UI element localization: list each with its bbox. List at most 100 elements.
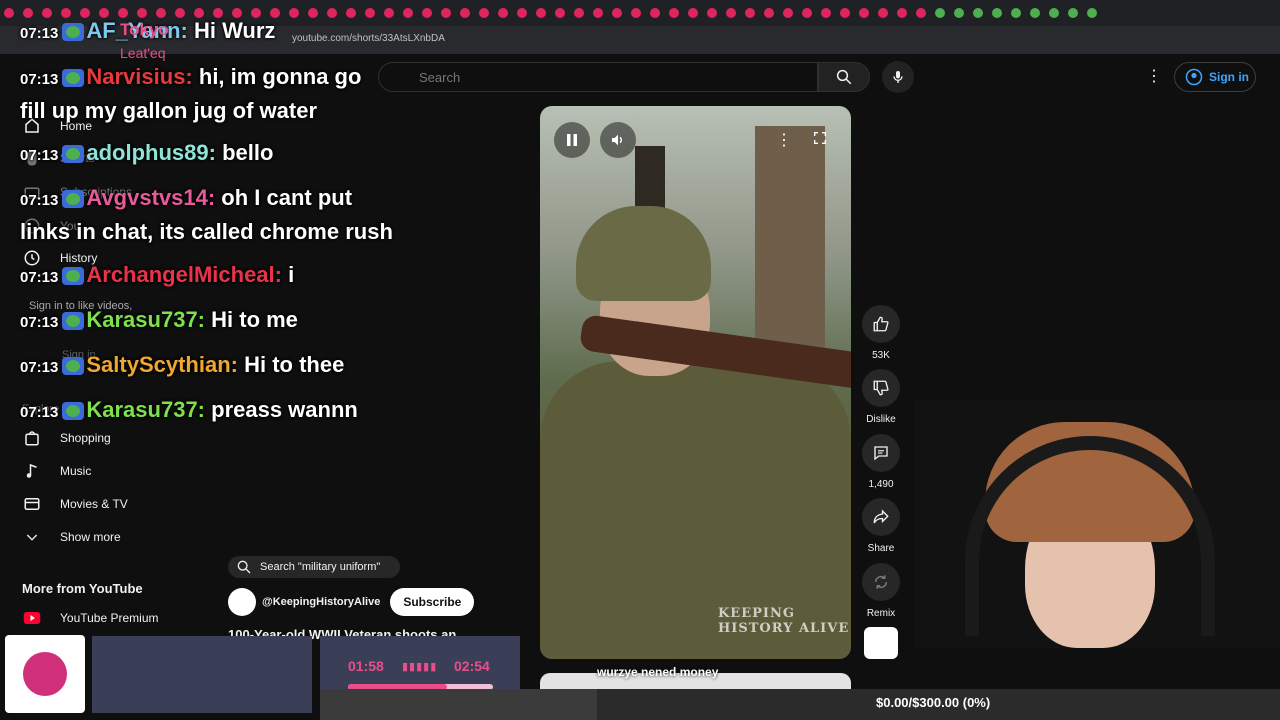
chat-username[interactable]: Avgvstvs14: bbox=[86, 185, 221, 210]
chat-username[interactable]: Narvisius: bbox=[86, 64, 199, 89]
browser-tab-icon[interactable] bbox=[631, 8, 641, 18]
browser-tab-icon[interactable] bbox=[441, 8, 451, 18]
channel-name[interactable]: @KeepingHistoryAlive bbox=[262, 596, 380, 608]
browser-tab-icon[interactable] bbox=[783, 8, 793, 18]
chat-username[interactable]: adolphus89: bbox=[86, 140, 222, 165]
chat-username[interactable]: ArchangelMicheal: bbox=[86, 262, 288, 287]
browser-tab-icon[interactable] bbox=[4, 8, 14, 18]
browser-tab-icon[interactable] bbox=[1011, 8, 1021, 18]
browser-tab-icon[interactable] bbox=[821, 8, 831, 18]
browser-tab-icon[interactable] bbox=[270, 8, 280, 18]
browser-tab-icon[interactable] bbox=[555, 8, 565, 18]
sidebar-item-premium[interactable]: YouTube Premium bbox=[22, 608, 159, 628]
voice-search-button[interactable] bbox=[882, 61, 914, 93]
browser-tab-icon[interactable] bbox=[878, 8, 888, 18]
browser-tab-icon[interactable] bbox=[764, 8, 774, 18]
settings-menu-icon[interactable]: ⋮ bbox=[1146, 66, 1162, 86]
browser-tab-icon[interactable] bbox=[840, 8, 850, 18]
url-text[interactable]: youtube.com/shorts/33AtsLXnbDA bbox=[292, 33, 445, 44]
browser-tab-icon[interactable] bbox=[422, 8, 432, 18]
sidebar-item-movies[interactable]: Movies & TV bbox=[22, 494, 128, 514]
volume-button[interactable] bbox=[600, 122, 636, 158]
browser-tab-icon[interactable] bbox=[308, 8, 318, 18]
browser-tab-icon[interactable] bbox=[726, 8, 736, 18]
browser-tab-icon[interactable] bbox=[745, 8, 755, 18]
channel-avatar[interactable] bbox=[228, 588, 256, 616]
browser-tab-icon[interactable] bbox=[536, 8, 546, 18]
browser-tab-icon[interactable] bbox=[194, 8, 204, 18]
browser-tab-icon[interactable] bbox=[365, 8, 375, 18]
browser-tab-icon[interactable] bbox=[327, 8, 337, 18]
sidebar-item-shopping[interactable]: Shopping bbox=[22, 428, 111, 448]
more-options-icon[interactable]: ⋮ bbox=[776, 130, 792, 150]
search-button[interactable] bbox=[818, 62, 870, 92]
browser-tab-icon[interactable] bbox=[1030, 8, 1040, 18]
shorts-video-player[interactable]: ⋮ KEEPING HISTORY ALIVE bbox=[540, 106, 851, 659]
browser-tab-icon[interactable] bbox=[403, 8, 413, 18]
browser-tab-icon[interactable] bbox=[650, 8, 660, 18]
chat-timestamp: 07:13 bbox=[20, 269, 59, 286]
browser-tab-icon[interactable] bbox=[23, 8, 33, 18]
browser-tab-icon[interactable] bbox=[992, 8, 1002, 18]
browser-tab-icon[interactable] bbox=[460, 8, 470, 18]
remix-button[interactable]: Remix bbox=[861, 563, 901, 619]
browser-tab-icon[interactable] bbox=[61, 8, 71, 18]
browser-tab-icon[interactable] bbox=[384, 8, 394, 18]
search-input[interactable]: Search bbox=[378, 62, 818, 92]
pause-icon bbox=[567, 134, 577, 146]
browser-tab-icon[interactable] bbox=[498, 8, 508, 18]
dislike-button[interactable]: Dislike bbox=[861, 369, 901, 425]
volume-icon bbox=[612, 134, 622, 146]
sidebar-item-music[interactable]: Music bbox=[22, 461, 91, 481]
browser-tab-icon[interactable] bbox=[517, 8, 527, 18]
browser-tab-icon[interactable] bbox=[289, 8, 299, 18]
browser-tab-icon[interactable] bbox=[916, 8, 926, 18]
browser-tab-icon[interactable] bbox=[42, 8, 52, 18]
browser-tab-icon[interactable] bbox=[954, 8, 964, 18]
chat-text: fill up my gallon jug of water bbox=[20, 98, 318, 123]
like-button[interactable]: 53K bbox=[861, 305, 901, 361]
chat-username[interactable]: Karasu737: bbox=[86, 307, 211, 332]
search-icon bbox=[836, 69, 852, 85]
sidebar-show-more[interactable]: Show more bbox=[22, 527, 121, 547]
search-suggestion-chip[interactable]: Search "military uniform" bbox=[228, 556, 400, 578]
channel-row: @KeepingHistoryAlive Subscribe bbox=[228, 588, 475, 616]
browser-tab-icon[interactable] bbox=[612, 8, 622, 18]
browser-tab-icon[interactable] bbox=[574, 8, 584, 18]
browser-tab-icon[interactable] bbox=[99, 8, 109, 18]
share-button[interactable]: Share bbox=[861, 498, 901, 554]
browser-tab-icon[interactable] bbox=[688, 8, 698, 18]
browser-tab-icon[interactable] bbox=[1049, 8, 1059, 18]
browser-tab-icon[interactable] bbox=[897, 8, 907, 18]
browser-tab-icon[interactable] bbox=[859, 8, 869, 18]
browser-tab-icon[interactable] bbox=[213, 8, 223, 18]
pause-button[interactable] bbox=[554, 122, 590, 158]
audio-source-thumbnail[interactable] bbox=[864, 627, 898, 659]
browser-tab-icon[interactable] bbox=[707, 8, 717, 18]
browser-tab-icon[interactable] bbox=[156, 8, 166, 18]
share-label: Share bbox=[867, 543, 895, 554]
browser-tab-icon[interactable] bbox=[973, 8, 983, 18]
browser-tab-icon[interactable] bbox=[175, 8, 185, 18]
browser-tab-icon[interactable] bbox=[346, 8, 356, 18]
browser-tab-icon[interactable] bbox=[1087, 8, 1097, 18]
chat-username[interactable]: Karasu737: bbox=[86, 397, 211, 422]
subscribe-button[interactable]: Subscribe bbox=[390, 588, 475, 616]
browser-tab-icon[interactable] bbox=[802, 8, 812, 18]
browser-tab-icon[interactable] bbox=[80, 8, 90, 18]
comments-button[interactable]: 1,490 bbox=[861, 434, 901, 490]
browser-tab-icon[interactable] bbox=[479, 8, 489, 18]
chat-username[interactable]: SaltyScythian: bbox=[86, 352, 244, 377]
fullscreen-button[interactable] bbox=[812, 130, 828, 151]
browser-tab-icon[interactable] bbox=[935, 8, 945, 18]
browser-tab-icon[interactable] bbox=[118, 8, 128, 18]
browser-tab-icon[interactable] bbox=[593, 8, 603, 18]
browser-tab-icon[interactable] bbox=[232, 8, 242, 18]
youtube-premium-icon bbox=[22, 608, 42, 628]
chat-message: links in chat, its called chrome rush bbox=[20, 219, 393, 245]
browser-tab-icon[interactable] bbox=[137, 8, 147, 18]
browser-tab-icon[interactable] bbox=[1068, 8, 1078, 18]
sign-in-button[interactable]: Sign in bbox=[1174, 62, 1256, 92]
browser-tab-icon[interactable] bbox=[251, 8, 261, 18]
browser-tab-icon[interactable] bbox=[669, 8, 679, 18]
